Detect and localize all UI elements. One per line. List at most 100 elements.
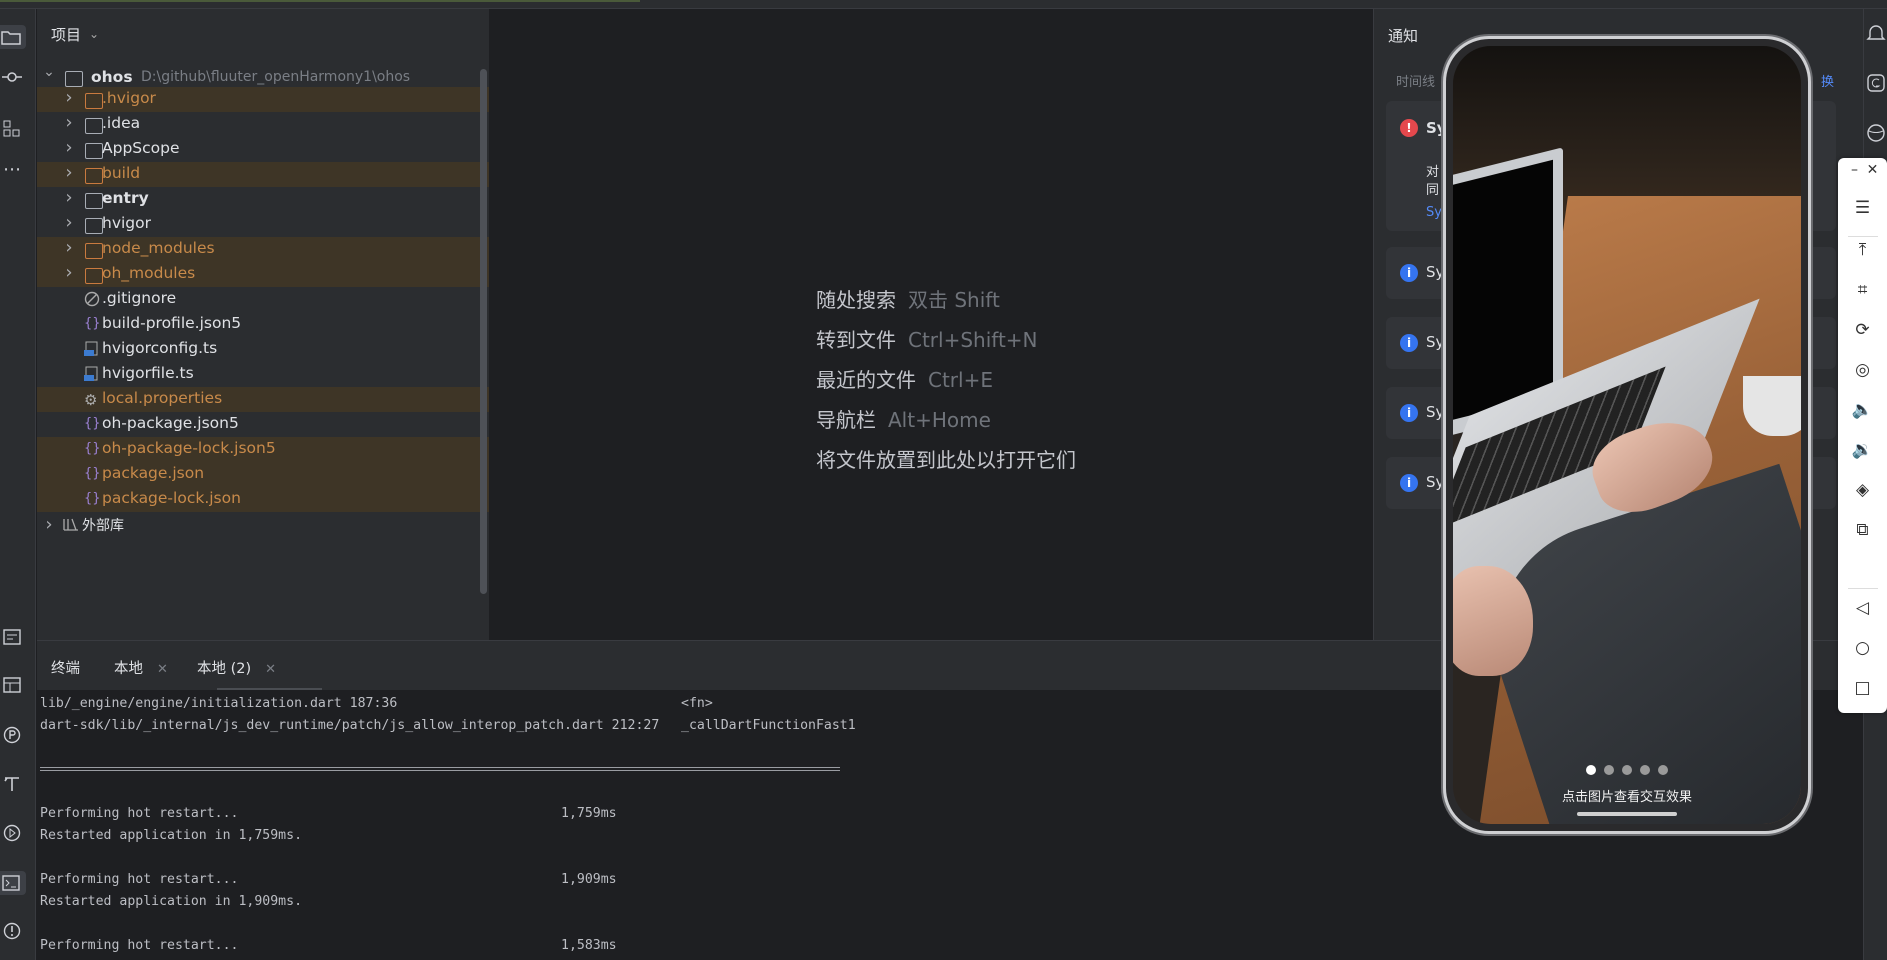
phone-screen[interactable]: 点击图片查看交互效果 <box>1453 46 1801 824</box>
tree-item-label: oh_modules <box>102 264 196 282</box>
project-scrollbar[interactable] <box>480 69 487 594</box>
notification-link[interactable]: Sy <box>1426 205 1442 220</box>
chevron-right-icon[interactable]: › <box>61 237 77 258</box>
tab-terminal[interactable]: 终端 <box>51 657 80 678</box>
close-icon[interactable]: ✕ <box>1848 162 1887 178</box>
multi-screen-icon[interactable]: ⧉ <box>1838 520 1887 540</box>
chevron-down-icon[interactable]: ⌄ <box>41 64 57 80</box>
run-icon[interactable] <box>0 821 24 845</box>
tree-item[interactable]: ⚙ local.properties <box>37 387 489 412</box>
gradle-icon[interactable] <box>1866 73 1886 98</box>
tree-item[interactable]: › hvigor <box>37 212 489 237</box>
menu-icon[interactable]: ☰ <box>1838 198 1887 218</box>
problems-icon[interactable] <box>0 919 24 943</box>
title-stripe <box>0 0 640 2</box>
hint-label: 将文件放置到此处以打开它们 <box>816 448 1076 472</box>
back-icon[interactable]: ◁ <box>1838 598 1887 618</box>
tree-item[interactable]: hvigorconfig.ts <box>37 337 489 362</box>
project-folder-icon[interactable] <box>0 25 26 49</box>
layout-icon[interactable] <box>0 673 24 697</box>
chevron-right-icon[interactable]: › <box>61 212 77 233</box>
library-icon <box>63 517 81 533</box>
pin-top-icon[interactable]: ⤒ <box>1838 240 1887 260</box>
shake-icon[interactable]: ◈ <box>1838 480 1887 500</box>
folder-icon <box>85 218 103 234</box>
project-header-label: 项目 <box>51 25 82 44</box>
page-dot[interactable] <box>1658 765 1668 775</box>
tab-local-2[interactable]: 本地 (2) ✕ <box>197 657 276 678</box>
page-dot[interactable] <box>1640 765 1650 775</box>
chevron-right-icon[interactable]: › <box>61 187 77 208</box>
notification-title: Sy <box>1426 333 1445 351</box>
tree-item-label: entry <box>102 189 149 207</box>
tree-item[interactable]: › .idea <box>37 112 489 137</box>
rotate-icon[interactable]: ⟳ <box>1838 320 1887 340</box>
tree-external-libraries[interactable]: › 外部库 <box>37 512 489 537</box>
page-dot[interactable] <box>1622 765 1632 775</box>
terminal-line: Performing hot restart... <box>40 872 239 887</box>
chevron-right-icon[interactable]: › <box>61 87 77 108</box>
page-dot[interactable] <box>1586 765 1596 775</box>
volume-down-icon[interactable]: 🔉 <box>1838 440 1887 460</box>
tree-item[interactable]: › oh_modules <box>37 262 489 287</box>
page-dot[interactable] <box>1604 765 1614 775</box>
structure-icon[interactable] <box>0 117 24 141</box>
terminal-icon[interactable] <box>0 871 26 895</box>
terminal-line-right: 1,759ms <box>561 806 617 821</box>
build-hammer-icon[interactable] <box>0 771 24 795</box>
todo-icon[interactable] <box>0 625 24 649</box>
recents-icon[interactable]: □ <box>1838 678 1887 698</box>
tree-item-label: .hvigor <box>102 89 156 107</box>
chevron-right-icon[interactable]: › <box>61 162 77 183</box>
commit-icon[interactable] <box>0 65 24 89</box>
hint-goto-file: 转到文件 Ctrl+Shift+N <box>816 324 1038 353</box>
close-icon[interactable]: ✕ <box>265 662 276 677</box>
notification-body: 同 <box>1426 183 1440 198</box>
chevron-right-icon[interactable]: › <box>61 137 77 158</box>
notifications-corner-link[interactable]: 换 <box>1821 71 1834 90</box>
tree-item[interactable]: › .hvigor <box>37 87 489 112</box>
notification-title: Sy <box>1426 473 1445 491</box>
notifications-bell-icon[interactable] <box>1866 23 1886 48</box>
tree-item[interactable]: {} oh-package.json5 <box>37 412 489 437</box>
chevron-down-icon: ⌄ <box>89 27 100 41</box>
device-manager-icon[interactable] <box>1866 123 1886 148</box>
tree-item-label: .idea <box>102 114 141 132</box>
tree-item[interactable]: › node_modules <box>37 237 489 262</box>
tree-item[interactable]: hvigorfile.ts <box>37 362 489 387</box>
folder-icon <box>85 93 103 109</box>
more-icon[interactable]: ⋯ <box>0 157 24 181</box>
volume-up-icon[interactable]: 🔈 <box>1838 400 1887 420</box>
tree-item[interactable]: › AppScope <box>37 137 489 162</box>
tree-item-label: build <box>102 164 141 182</box>
project-header[interactable]: 项目 ⌄ <box>37 9 489 59</box>
chevron-right-icon[interactable]: › <box>41 514 57 535</box>
terminal-line: Performing hot restart... <box>40 938 239 953</box>
home-indicator[interactable] <box>1577 812 1677 816</box>
chevron-right-icon[interactable]: › <box>61 262 77 283</box>
tree-item[interactable]: {} build-profile.json5 <box>37 312 489 337</box>
tree-item[interactable]: › build <box>37 162 489 187</box>
hint-label: 最近的文件 <box>816 368 916 392</box>
hint-label: 导航栏 <box>816 408 876 432</box>
chevron-right-icon[interactable]: › <box>61 112 77 133</box>
tree-item[interactable]: {} package.json <box>37 462 489 487</box>
info-icon: i <box>1400 334 1418 352</box>
home-icon[interactable]: ○ <box>1838 638 1887 658</box>
tree-item[interactable]: .gitignore <box>37 287 489 312</box>
hint-label: 随处搜索 <box>816 288 896 312</box>
typescript-file-icon <box>84 341 102 357</box>
crop-icon[interactable]: ⌗ <box>1838 280 1887 300</box>
hint-navigation-bar: 导航栏 Alt+Home <box>816 404 991 433</box>
location-icon[interactable]: ◎ <box>1838 360 1887 380</box>
tree-item[interactable]: {} oh-package-lock.json5 <box>37 437 489 462</box>
tree-item[interactable]: {} package-lock.json <box>37 487 489 512</box>
terminal-line: Performing hot restart... <box>40 806 239 821</box>
tree-item-label: hvigor <box>102 214 151 232</box>
close-icon[interactable]: ✕ <box>157 662 168 677</box>
tree-item-label: package.json <box>102 464 205 482</box>
tab-local[interactable]: 本地 ✕ <box>114 657 168 678</box>
tree-item[interactable]: › entry <box>37 187 489 212</box>
profiler-icon[interactable] <box>0 723 24 747</box>
photo-caption: 点击图片查看交互效果 <box>1561 790 1692 805</box>
